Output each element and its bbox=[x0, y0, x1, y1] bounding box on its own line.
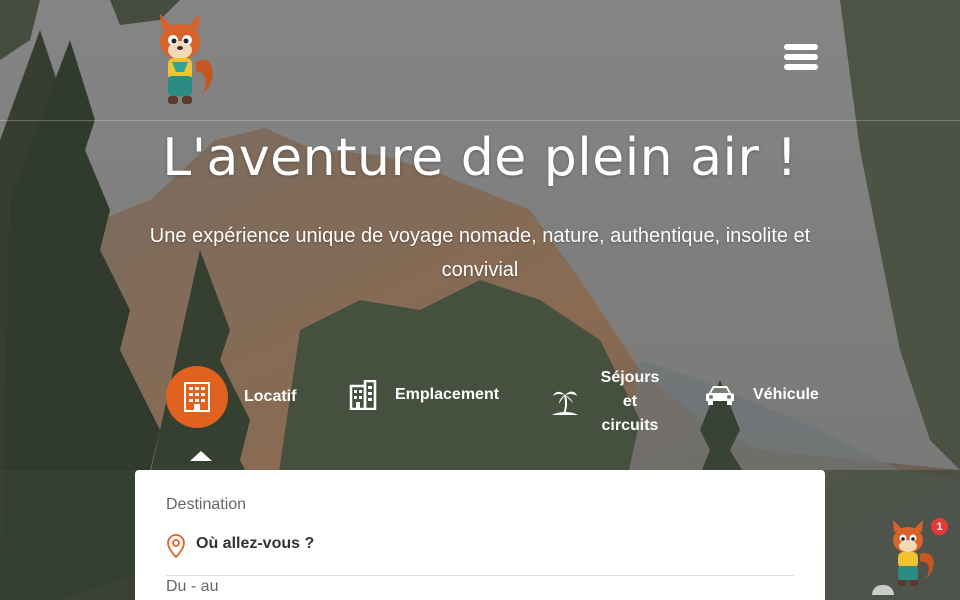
dates-label[interactable]: Du - au bbox=[166, 578, 218, 596]
tab-label: Véhicule bbox=[753, 386, 819, 403]
apartment-icon bbox=[349, 380, 377, 410]
menu-bar bbox=[784, 44, 818, 50]
tab-label-line: circuits bbox=[601, 417, 659, 434]
palm-island-icon bbox=[551, 387, 579, 417]
site-header bbox=[0, 0, 960, 121]
tab-label: Séjours et circuits bbox=[599, 366, 661, 438]
tab-locatif[interactable]: Locatif bbox=[166, 366, 296, 428]
active-tab-caret bbox=[190, 451, 212, 461]
hero-section: L'aventure de plein air ! Une expérience… bbox=[0, 0, 960, 600]
notification-badge: 1 bbox=[931, 518, 948, 535]
location-pin-icon bbox=[166, 534, 186, 559]
car-icon bbox=[705, 384, 735, 406]
tab-label: Locatif bbox=[244, 388, 297, 405]
destination-field[interactable] bbox=[166, 534, 794, 576]
menu-bar bbox=[784, 64, 818, 70]
tab-emplacement[interactable]: Emplacement bbox=[349, 380, 499, 410]
tab-label-line: Séjours bbox=[600, 369, 660, 386]
page-title: L'aventure de plein air ! bbox=[162, 128, 798, 188]
page-subtitle: Une expérience unique de voyage nomade, … bbox=[149, 225, 811, 281]
menu-bar bbox=[784, 54, 818, 60]
destination-label: Destination bbox=[166, 496, 247, 513]
destination-input[interactable] bbox=[196, 534, 756, 553]
hamburger-menu-icon[interactable] bbox=[784, 44, 818, 76]
tab-sejours-et-circuits[interactable]: Séjours et circuits bbox=[551, 366, 661, 438]
tab-label-line: et bbox=[622, 393, 638, 410]
building-icon bbox=[166, 366, 228, 428]
tab-vehicule[interactable]: Véhicule bbox=[705, 384, 819, 406]
category-tabs: Locatif Emplacement Séjours et circuits … bbox=[0, 360, 960, 470]
search-card: Destination Du - au bbox=[135, 470, 825, 600]
tab-label: Emplacement bbox=[395, 386, 500, 403]
squirrel-mascot-icon[interactable] bbox=[152, 12, 216, 108]
